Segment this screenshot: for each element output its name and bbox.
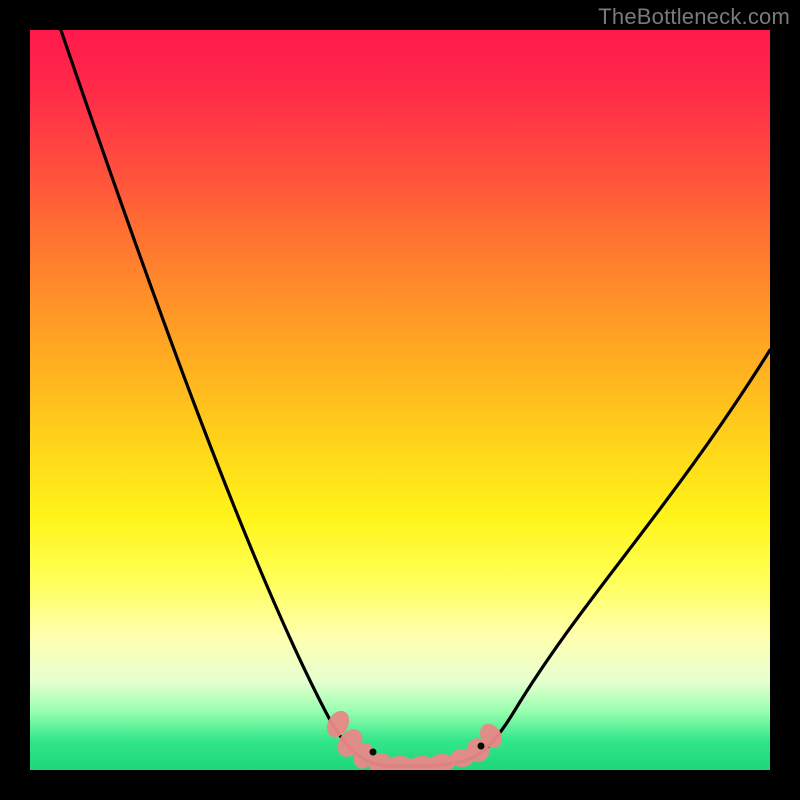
plot-area	[30, 30, 770, 770]
watermark-text: TheBottleneck.com	[598, 4, 790, 30]
bottleneck-curve	[30, 30, 770, 770]
marker-cluster-left	[322, 707, 455, 770]
marker-cluster-right	[450, 720, 507, 767]
chart-frame: TheBottleneck.com	[0, 0, 800, 800]
curve-path	[54, 30, 770, 766]
